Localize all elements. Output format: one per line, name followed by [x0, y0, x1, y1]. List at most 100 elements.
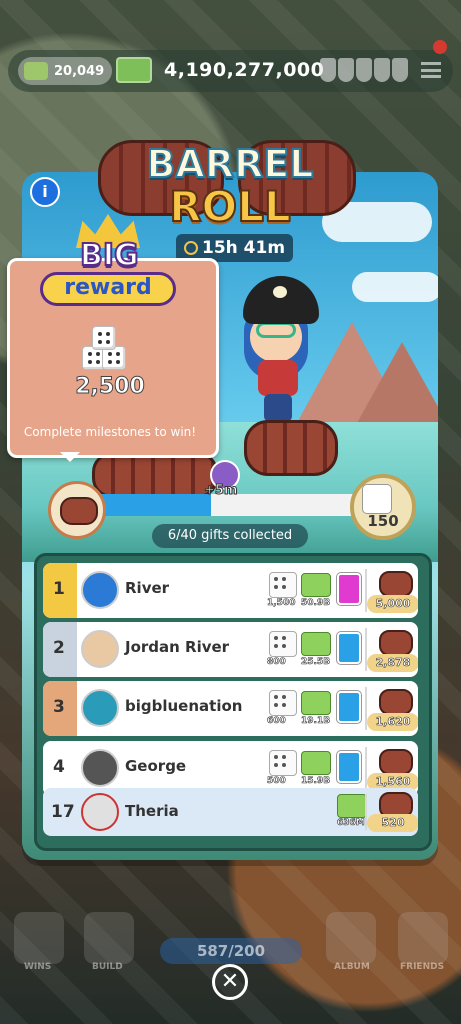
avatar[interactable]: [81, 571, 119, 609]
build-label: BUILD: [92, 962, 123, 972]
character-glasses: [256, 322, 296, 338]
dice-icon: [269, 572, 297, 598]
character-barrel: [244, 420, 338, 476]
cash-display: 4,190,277,000: [116, 57, 324, 83]
timer-value: 15h 41m: [202, 238, 286, 258]
die: [92, 326, 116, 350]
leaderboard-row[interactable]: 2 Jordan River 800 25.5B 2,878: [43, 622, 418, 677]
dice-icon: [362, 484, 392, 514]
progress-fill: [92, 494, 211, 516]
barrel-icon: [379, 630, 413, 656]
cash-value: 4,190,277,000: [164, 59, 325, 81]
cash-amount: 50.9B: [301, 598, 331, 609]
shield-icon: [338, 58, 354, 82]
shield-icon: [392, 58, 408, 82]
cash-icon: [116, 57, 152, 83]
rank-number: 4: [53, 757, 65, 777]
stopwatch-icon: [184, 241, 198, 255]
shield-icon: [320, 58, 336, 82]
character-legs: [264, 394, 292, 422]
shields: [320, 58, 408, 82]
sticker-card-icon: [337, 751, 361, 783]
menu-icon[interactable]: [421, 62, 441, 78]
big-reward-badge: BIG reward: [40, 214, 176, 312]
barrel-icon: [379, 571, 413, 597]
friends-button[interactable]: [398, 912, 448, 964]
dice-amount: 1,500: [267, 598, 296, 609]
player-name: Jordan River: [125, 638, 230, 656]
friends-label: FRIENDS: [400, 962, 445, 972]
net-worth-value: 20,049: [54, 63, 105, 79]
barrel-score: 1,620: [367, 713, 418, 731]
cash-icon: [301, 573, 331, 597]
avatar[interactable]: [81, 630, 119, 668]
build-button[interactable]: [84, 912, 134, 964]
cloud: [352, 272, 438, 302]
barrel-icon: [379, 689, 413, 715]
character-body: [258, 360, 298, 396]
dice-amount: 800: [267, 657, 286, 668]
info-button[interactable]: i: [30, 177, 60, 207]
player-name: Theria: [125, 802, 179, 820]
my-leaderboard-row[interactable]: 17 Theria 636M 520: [43, 788, 418, 836]
sticker-card-icon: [337, 691, 361, 723]
close-button[interactable]: ✕: [212, 964, 248, 1000]
milestone-reward-amount: 150: [367, 512, 399, 530]
shield-icon: [374, 58, 390, 82]
dice-amount: 500: [267, 776, 286, 787]
net-worth-pill[interactable]: 20,049: [18, 57, 112, 85]
sticker-card-icon: [337, 632, 361, 664]
dice-stack-icon: [78, 324, 128, 374]
floating-barrels: [92, 452, 218, 498]
player-name: River: [125, 579, 170, 597]
rank-number: 17: [51, 802, 75, 822]
sticker-card-icon: [337, 573, 361, 605]
player-name: bigbluenation: [125, 697, 243, 715]
event-title-line1: BARREL: [145, 141, 314, 187]
score-pill: 587/200: [160, 938, 302, 964]
cash-amount: 25.5B: [301, 657, 331, 668]
big-reward-amount: 2,500: [75, 374, 146, 400]
cash-icon: [337, 794, 367, 818]
cash-icon: [301, 751, 331, 775]
album-label: ALBUM: [334, 962, 370, 972]
big-reward-badge-top: BIG: [79, 237, 140, 274]
dice-icon: [269, 750, 297, 776]
rank-number: 2: [53, 638, 65, 658]
skull-icon: [273, 286, 287, 298]
player-name: George: [125, 757, 187, 775]
cash-amount: 636M: [337, 818, 365, 829]
notification-dot: [433, 40, 447, 54]
barrel-score: 520: [367, 814, 418, 832]
avatar[interactable]: [81, 749, 119, 787]
card-tail: [60, 452, 80, 462]
dice-amount: 600: [267, 716, 286, 727]
dice-icon: [269, 631, 297, 657]
cash-icon: [301, 632, 331, 656]
leaderboard-row[interactable]: 3 bigbluenation 600 19.1B 1,620: [43, 681, 418, 736]
top-status-bar: 20,049 4,190,277,000: [8, 50, 453, 92]
wins-button[interactable]: [14, 912, 64, 964]
barrel-score: 5,000: [367, 595, 418, 613]
rank-number: 3: [53, 697, 65, 717]
shield-icon: [356, 58, 372, 82]
avatar[interactable]: [81, 793, 119, 831]
cash-icon: [301, 691, 331, 715]
dice-icon: [269, 690, 297, 716]
avatar[interactable]: [81, 689, 119, 727]
cash-amount: 19.1B: [301, 716, 331, 727]
rank-number: 1: [53, 579, 65, 599]
album-button[interactable]: [326, 912, 376, 964]
barrel-score: 2,878: [367, 654, 418, 672]
wins-label: WINS: [24, 962, 52, 972]
milestone-bonus: +5m: [203, 483, 238, 499]
big-reward-badge-bottom: reward: [40, 272, 176, 306]
cash-amount: 15.9B: [301, 776, 331, 787]
barrel-icon: [60, 497, 98, 525]
gifts-collected: 6/40 gifts collected: [152, 524, 308, 548]
big-reward-description: Complete milestones to win!: [23, 425, 197, 439]
barrel-icon: [379, 749, 413, 775]
leaderboard-row[interactable]: 1 River 1,500 50.9B 5,000: [43, 563, 418, 618]
net-worth-icon: [24, 62, 48, 80]
mountain: [352, 342, 438, 432]
